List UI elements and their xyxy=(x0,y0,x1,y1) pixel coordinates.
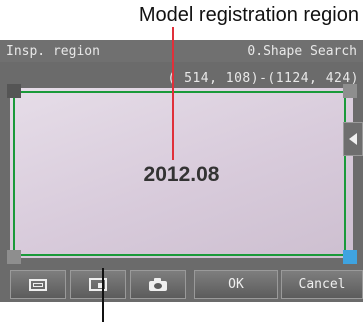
region-coordinates: ( 514, 108)-(1124, 424) xyxy=(167,71,359,86)
frame-button[interactable] xyxy=(10,270,66,299)
side-panel-toggle[interactable] xyxy=(343,122,363,156)
frame-icon xyxy=(29,278,47,291)
bottom-leader-line xyxy=(102,268,104,322)
inspection-screen: Insp. region 0.Shape Search ( 514, 108)-… xyxy=(0,40,363,302)
window-button[interactable] xyxy=(70,270,126,299)
ok-button[interactable]: OK xyxy=(194,270,278,299)
button-bar: OK Cancel xyxy=(0,270,363,300)
camera-button[interactable] xyxy=(130,270,186,299)
region-handle-top-left[interactable] xyxy=(7,84,21,98)
region-handle-bottom-left[interactable] xyxy=(7,250,21,264)
callout-leader-line xyxy=(172,27,174,160)
region-handle-bottom-right[interactable] xyxy=(343,250,357,264)
camera-icon xyxy=(149,278,167,291)
cancel-button[interactable]: Cancel xyxy=(281,270,363,299)
insp-region-label: Insp. region xyxy=(6,44,100,59)
top-bar: Insp. region 0.Shape Search xyxy=(0,40,363,62)
window-icon xyxy=(89,278,107,291)
region-handle-top-right[interactable] xyxy=(343,84,357,98)
product-text: 2012.08 xyxy=(143,163,220,186)
arrow-left-icon xyxy=(349,133,357,145)
callout-label: Model registration region xyxy=(138,4,359,26)
shape-search-label: 0.Shape Search xyxy=(247,44,357,59)
